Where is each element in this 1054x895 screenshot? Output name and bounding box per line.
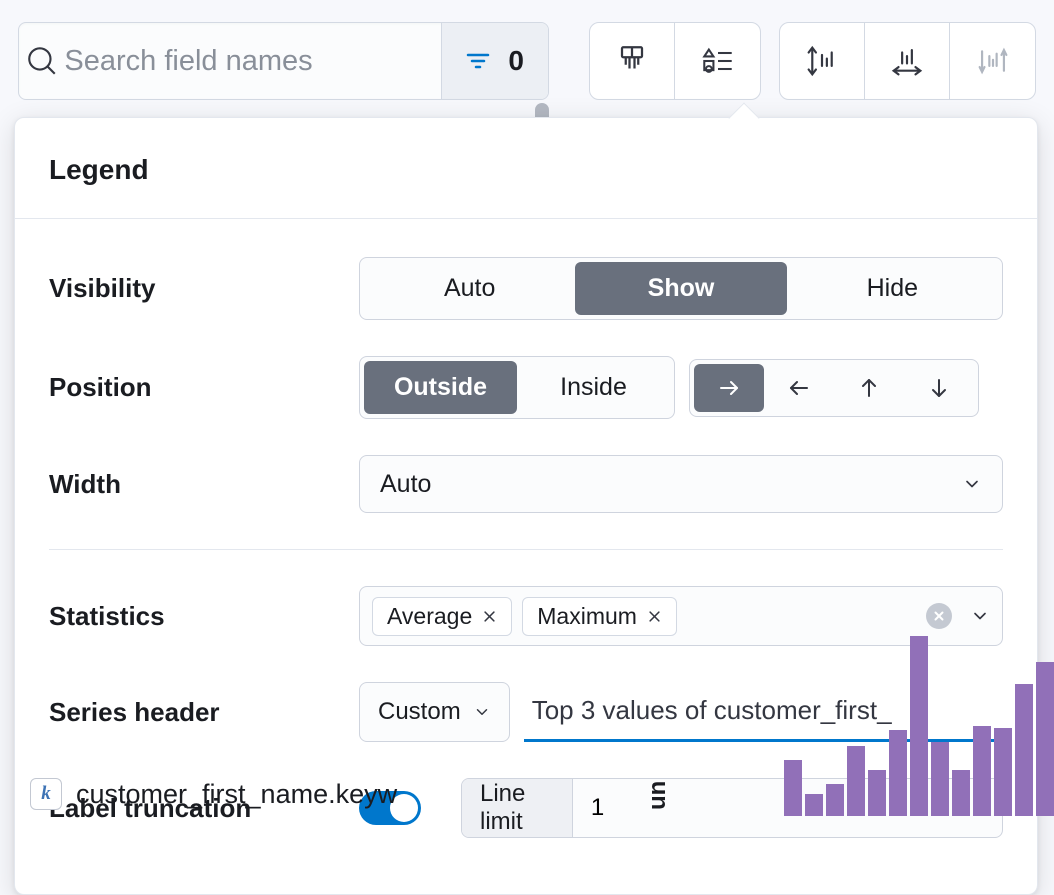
position-arrow-group xyxy=(689,359,979,417)
width-select[interactable]: Auto xyxy=(359,455,1003,513)
field-type-badge: k xyxy=(30,778,62,810)
bar xyxy=(1015,684,1033,816)
row-visibility: Visibility Auto Show Hide xyxy=(49,239,1003,338)
chart-bars xyxy=(784,636,1054,816)
top-bar: 0 xyxy=(0,0,1054,100)
label-position: Position xyxy=(49,372,359,403)
axis-vertical-icon xyxy=(807,44,837,78)
row-width: Width Auto xyxy=(49,437,1003,531)
y-axis-label-fragment: un xyxy=(644,781,672,810)
arrow-up-icon xyxy=(857,376,881,400)
arrow-left-icon xyxy=(787,376,811,400)
arrow-down-icon xyxy=(927,376,951,400)
position-toggle-group: Outside Inside xyxy=(359,356,675,419)
chip-maximum: Maximum xyxy=(522,597,677,636)
bar xyxy=(952,770,970,816)
field-name-label: customer_first_name.keyw xyxy=(76,779,397,810)
axis-horizontal-icon xyxy=(890,46,924,76)
position-arrow-right[interactable] xyxy=(694,364,764,412)
legend-tool-button[interactable] xyxy=(675,23,760,99)
filter-icon xyxy=(466,51,490,71)
visibility-hide[interactable]: Hide xyxy=(787,262,998,315)
position-inside[interactable]: Inside xyxy=(517,361,670,414)
chevron-down-icon xyxy=(962,474,982,494)
statistics-clear-button[interactable] xyxy=(926,603,952,629)
label-series-header: Series header xyxy=(49,697,359,728)
bar xyxy=(889,730,907,816)
visibility-show[interactable]: Show xyxy=(575,262,786,315)
row-position: Position Outside Inside xyxy=(49,338,1003,437)
bar xyxy=(973,726,991,816)
width-select-value: Auto xyxy=(380,470,431,499)
chip-average-remove[interactable] xyxy=(482,609,497,624)
horizontal-axis-button[interactable] xyxy=(865,23,950,99)
search-icon xyxy=(19,44,64,78)
arrow-right-icon xyxy=(717,376,741,400)
position-arrow-down[interactable] xyxy=(904,364,974,412)
search-input[interactable] xyxy=(64,45,441,78)
field-type-letter: k xyxy=(41,783,51,805)
chevron-down-icon[interactable] xyxy=(970,606,990,626)
axis-combined-icon xyxy=(978,44,1008,78)
bar xyxy=(826,784,844,816)
chip-maximum-remove[interactable] xyxy=(647,609,662,624)
chip-average: Average xyxy=(372,597,512,636)
label-visibility: Visibility xyxy=(49,273,359,304)
filter-count-value: 0 xyxy=(508,45,524,77)
label-statistics: Statistics xyxy=(49,601,359,632)
bar xyxy=(910,636,928,816)
label-width: Width xyxy=(49,469,359,500)
bar xyxy=(1036,662,1054,816)
chevron-down-icon xyxy=(473,703,491,721)
brush-icon xyxy=(617,44,647,78)
close-icon xyxy=(647,609,662,624)
combined-axis-button[interactable] xyxy=(950,23,1035,99)
brush-tool-button[interactable] xyxy=(590,23,675,99)
chip-maximum-label: Maximum xyxy=(537,603,637,630)
series-header-mode-value: Custom xyxy=(378,698,461,726)
toolbar-group-1 xyxy=(589,22,761,100)
visibility-toggle-group: Auto Show Hide xyxy=(359,257,1003,320)
chip-average-label: Average xyxy=(387,603,472,630)
bar xyxy=(994,728,1012,816)
bar xyxy=(931,742,949,816)
search-field-wrap: 0 xyxy=(18,22,549,100)
position-outside[interactable]: Outside xyxy=(364,361,517,414)
bar xyxy=(868,770,886,816)
section-separator xyxy=(49,549,1003,550)
bar xyxy=(805,794,823,816)
field-row[interactable]: k customer_first_name.keyw xyxy=(30,778,397,810)
toolbar-group-2 xyxy=(779,22,1036,100)
close-icon xyxy=(933,610,945,622)
close-icon xyxy=(482,609,497,624)
vertical-axis-button[interactable] xyxy=(780,23,865,99)
bar xyxy=(784,760,802,816)
series-header-mode-select[interactable]: Custom xyxy=(359,682,510,742)
legend-icon xyxy=(702,47,734,75)
position-arrow-left[interactable] xyxy=(764,364,834,412)
line-limit-label: Line limit xyxy=(462,779,573,837)
filter-count-button[interactable]: 0 xyxy=(441,23,548,99)
visibility-auto[interactable]: Auto xyxy=(364,262,575,315)
panel-title: Legend xyxy=(49,118,1003,218)
bar xyxy=(847,746,865,816)
position-arrow-up[interactable] xyxy=(834,364,904,412)
